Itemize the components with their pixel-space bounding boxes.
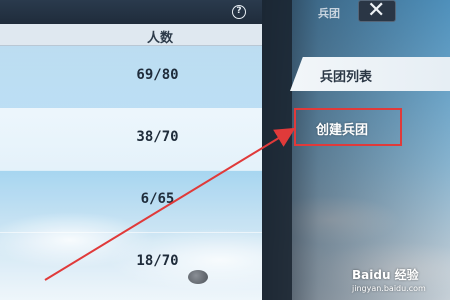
- member-count: 38/70: [136, 129, 179, 145]
- record-indicator: [188, 270, 208, 284]
- member-count: 18/70: [136, 253, 179, 269]
- team-table: 人数 69/80 38/70 6/65 18/70: [0, 24, 262, 300]
- close-button[interactable]: ✕: [358, 0, 396, 23]
- watermark-logo: Baidu 经验: [352, 268, 419, 282]
- panel-title: 兵团: [318, 7, 340, 20]
- table-row[interactable]: 6/65: [0, 170, 262, 232]
- help-icon[interactable]: ?: [232, 5, 246, 19]
- table-row[interactable]: 38/70: [0, 108, 262, 170]
- top-header-bar: ?: [0, 0, 262, 24]
- tab-label: 兵团列表: [320, 70, 373, 85]
- close-icon: ✕: [367, 0, 386, 23]
- table-row[interactable]: 18/70: [0, 232, 262, 294]
- table-row[interactable]: 69/80: [0, 46, 262, 108]
- member-count: 6/65: [140, 191, 175, 207]
- table-header: 人数: [0, 24, 262, 46]
- panel-strip: [262, 0, 292, 300]
- member-count: 69/80: [136, 67, 179, 83]
- watermark-url: jingyan.baidu.com: [352, 284, 426, 293]
- create-team-button[interactable]: 创建兵团: [294, 108, 402, 146]
- tab-team-list[interactable]: 兵团列表: [290, 57, 450, 91]
- create-team-label: 创建兵团: [316, 123, 369, 138]
- column-header-members: 人数: [146, 31, 173, 46]
